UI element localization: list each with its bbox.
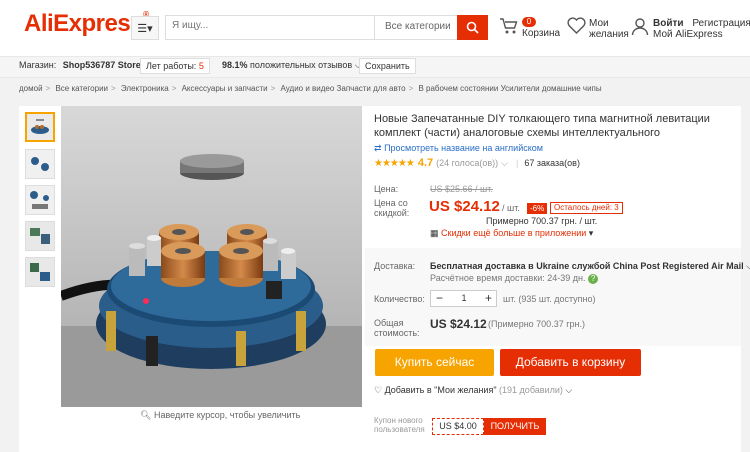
total-label: Общая стоимость: <box>374 318 420 338</box>
total-price: US $24.12 <box>430 317 487 331</box>
price-unit: / шт. <box>502 203 520 213</box>
breadcrumb-item[interactable]: Аудио и видео Запчасти для авто <box>281 84 406 93</box>
store-prefix: Магазин: <box>19 60 57 70</box>
qr-code-icon: ▦ <box>430 228 439 238</box>
hamburger-menu-icon: ☰▾ <box>137 22 153 35</box>
levitation-kit-photo <box>61 106 362 407</box>
wishlist-button[interactable] <box>567 17 586 37</box>
chevron-down-icon: ⌵ <box>746 261 750 271</box>
heart-icon <box>567 17 586 34</box>
breadcrumb-item[interactable]: Электроника <box>121 84 169 93</box>
add-to-cart-button[interactable]: Добавить в корзину <box>500 349 641 376</box>
breadcrumb-item: В рабочем состоянии Усилители домашние ч… <box>418 84 602 93</box>
chevron-down-icon: ⌵ <box>501 157 508 168</box>
discount-badge: -6% <box>527 203 548 214</box>
magnifier-icon: 🔍︎ <box>140 410 152 420</box>
feedback-label[interactable]: положительных отзывов <box>250 60 352 70</box>
original-price: US $25.66 / шт. <box>430 184 493 194</box>
shipping-label: Доставка: <box>374 261 416 271</box>
app-promo-text: Скидки ещё больше в приложении <box>441 228 587 238</box>
translate-link-text: Просмотреть название на английском <box>384 143 543 153</box>
breadcrumb: домой > Все категории > Электроника > Аксес… <box>19 84 602 93</box>
shipping-method-text: Бесплатная доставка в Ukraine службой Ch… <box>430 261 744 271</box>
zoom-hint-text: Наведите курсор, чтобы увеличить <box>153 410 301 420</box>
wishlist-label[interactable]: Мои желания <box>589 18 634 40</box>
price-label: Цена: <box>374 184 399 194</box>
categories-menu-button[interactable]: ☰▾ <box>131 16 159 40</box>
buy-now-button[interactable]: Купить сейчас <box>375 349 494 376</box>
thumbnail-5[interactable] <box>25 257 55 287</box>
store-name-link[interactable]: Shop536787 Store <box>63 60 141 70</box>
thumbnail-2[interactable] <box>25 149 55 179</box>
orders-count: 67 заказа(ов) <box>524 158 580 168</box>
account-button[interactable] <box>631 17 649 39</box>
get-coupon-button[interactable]: ПОЛУЧИТЬ <box>484 418 546 435</box>
user-icon <box>631 18 649 36</box>
store-feedback: 98.1% положительных отзывов ⌵ <box>222 60 361 71</box>
rating-stars-icon: ★★★★★ <box>374 157 415 169</box>
thumbnail-1[interactable] <box>25 112 55 142</box>
chevron-down-icon: ⌵ <box>565 385 573 395</box>
account-links: Войти Регистрация Мой AliExpress <box>653 18 750 40</box>
coupon-value: US $4.00 <box>432 418 484 435</box>
product-thumbnail-image <box>27 114 53 140</box>
total-approx: (Примерно 700.37 грн.) <box>488 319 585 329</box>
product-thumbnail-image <box>26 186 54 214</box>
rating-value: 4.7 <box>417 157 434 169</box>
login-link[interactable]: Войти <box>653 18 684 29</box>
my-aliexpress-link[interactable]: Мой AliExpress <box>653 29 723 40</box>
product-thumbnail-image <box>26 222 54 250</box>
search-input[interactable] <box>172 20 372 31</box>
store-years-label: Лет работы: <box>146 61 197 71</box>
cart-count-badge: 0 <box>522 17 536 27</box>
caret-down-icon: ▾ <box>588 228 594 238</box>
register-link[interactable]: Регистрация <box>692 18 750 29</box>
zoom-hint: 🔍︎ Наведите курсор, чтобы увеличить <box>140 410 300 421</box>
search-button[interactable] <box>457 15 488 40</box>
app-promo-link[interactable]: ▦ Скидки ещё больше в приложении ▾ <box>430 228 593 239</box>
quantity-decrease-button[interactable]: − <box>431 290 448 307</box>
save-store-button[interactable]: Сохранить <box>359 58 416 74</box>
breadcrumb-item[interactable]: домой <box>19 84 43 93</box>
wishlist-count: (191 добавили) <box>499 385 563 395</box>
search-icon <box>466 21 479 34</box>
breadcrumb-item[interactable]: Все категории <box>55 84 108 93</box>
votes-link[interactable]: (24 голоса(ов)) <box>436 158 498 168</box>
approx-price: Примерно 700.37 грн. / шт. <box>486 216 598 226</box>
days-left-badge: Осталось дней: 3 <box>550 202 623 214</box>
rating-row: ★★★★★ 4.7 (24 голоса(ов)) ⌵ | 67 заказа(… <box>374 157 580 169</box>
add-to-wishlist-link[interactable]: ♡ Добавить в "Мои желания" (191 добавили… <box>374 385 572 396</box>
store-info: Магазин: Shop536787 Store <box>19 60 141 70</box>
translate-title-link[interactable]: ⇄ Просмотреть название на английском <box>374 143 543 154</box>
heart-plus-icon: ♡ <box>374 385 383 395</box>
quantity-available: шт. (935 шт. доступно) <box>503 294 596 304</box>
cart-label[interactable]: Корзина <box>522 28 560 39</box>
breadcrumb-item[interactable]: Аксессуары и запчасти <box>182 84 268 93</box>
main-product-image[interactable] <box>61 106 362 407</box>
product-thumbnail-image <box>26 150 54 178</box>
quantity-input[interactable]: 1 <box>455 293 473 303</box>
thumbnail-4[interactable] <box>25 221 55 251</box>
store-years-badge: Лет работы: 5 <box>140 58 210 74</box>
quantity-increase-button[interactable]: + <box>480 290 497 307</box>
discount-price-label: Цена со скидкой: <box>374 198 410 218</box>
translate-icon: ⇄ <box>374 143 382 153</box>
thumbnail-3[interactable] <box>25 185 55 215</box>
delivery-time-text: Расчётное время доставки: 24-39 дн. <box>430 273 586 283</box>
delivery-time: Расчётное время доставки: 24-39 дн. ? <box>430 273 599 284</box>
search-category-select[interactable]: Все категории <box>374 15 457 40</box>
cart-icon <box>500 18 518 34</box>
new-user-coupon-label: Купон нового пользователя <box>374 416 425 434</box>
quantity-label: Количество: <box>374 294 425 304</box>
shipping-method[interactable]: Бесплатная доставка в Ukraine службой Ch… <box>430 261 750 272</box>
add-wishlist-text: Добавить в "Мои желания" <box>384 385 497 395</box>
current-price: US $24.12 <box>429 198 500 215</box>
feedback-percent: 98.1% <box>222 60 248 70</box>
store-years-value: 5 <box>198 61 204 71</box>
aliexpress-logo[interactable]: AliExpress® <box>24 10 149 38</box>
help-icon[interactable]: ? <box>588 274 599 284</box>
product-thumbnail-image <box>26 258 54 286</box>
product-title: Новые Запечатанные DIY толкающего типа м… <box>374 113 710 139</box>
